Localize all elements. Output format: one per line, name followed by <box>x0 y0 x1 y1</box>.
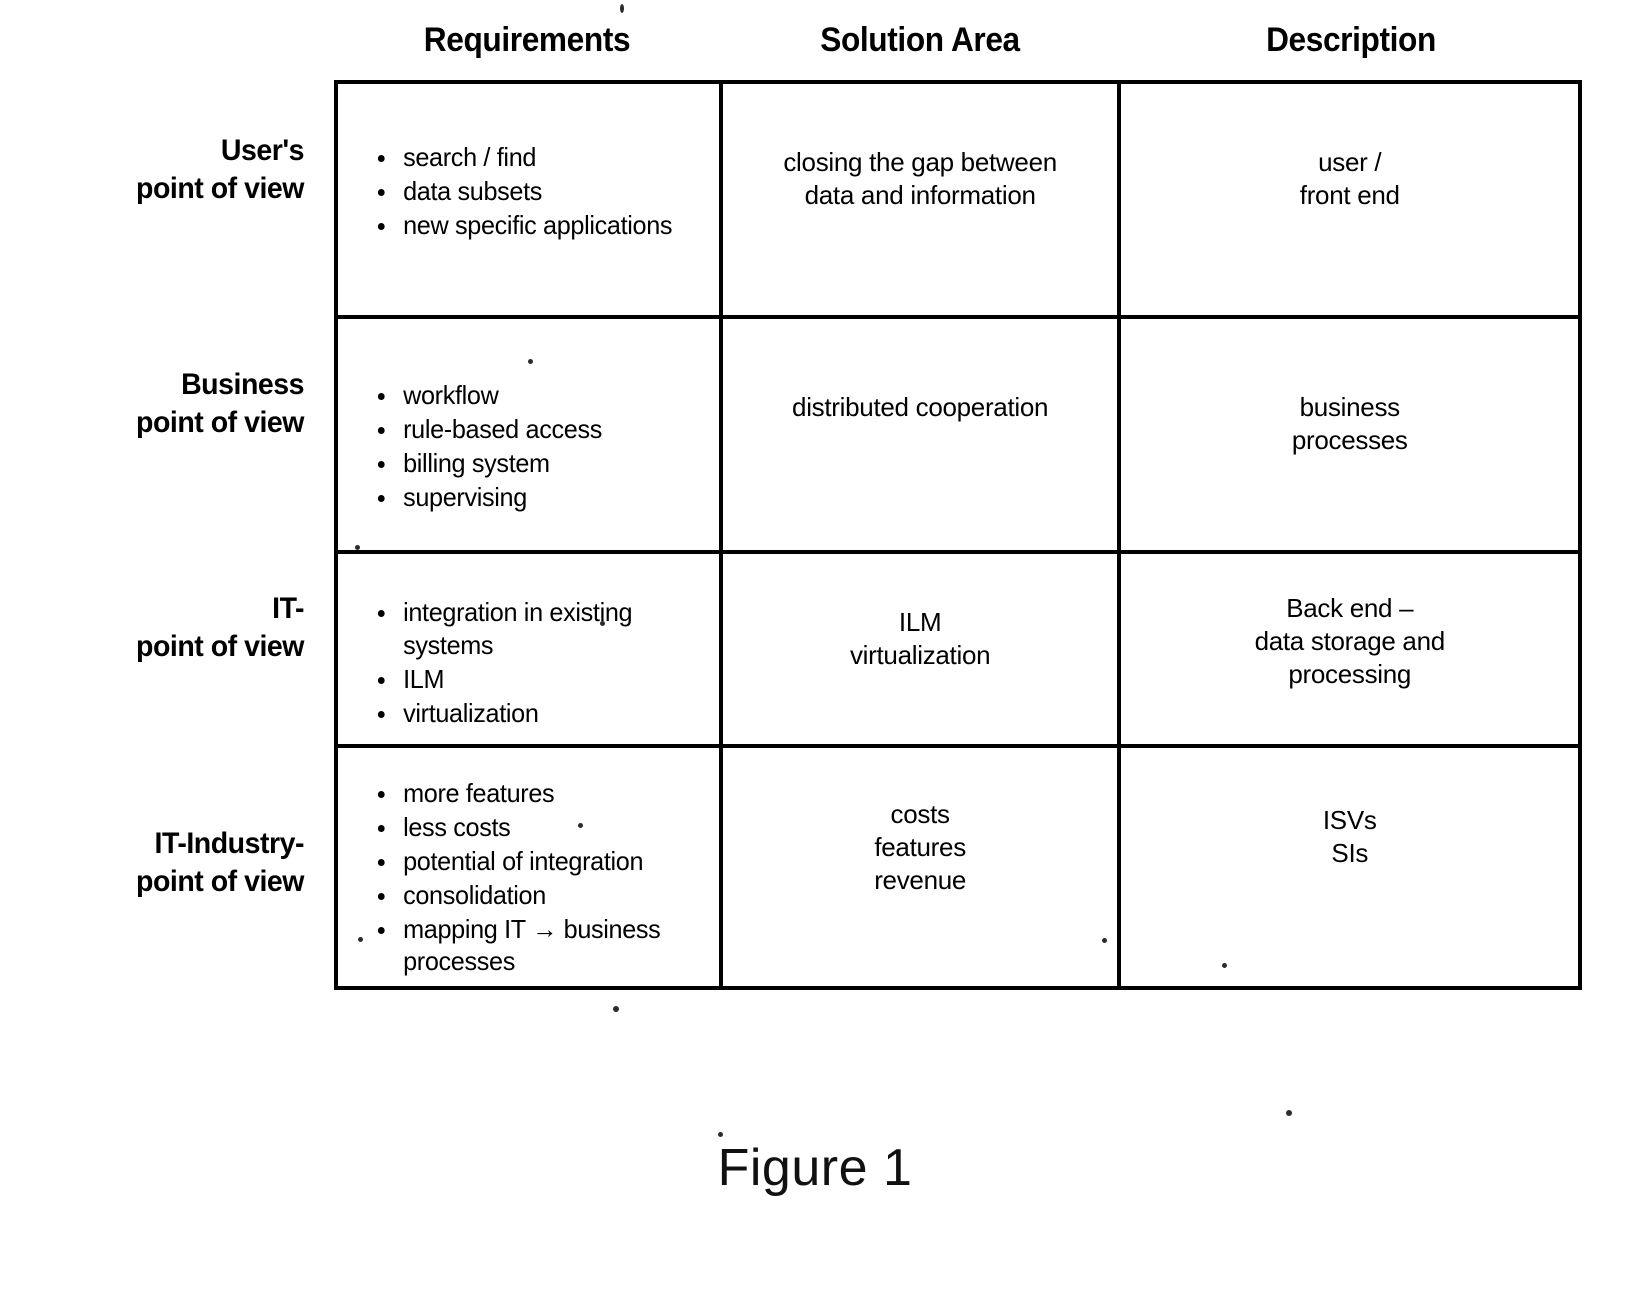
cell-description-users: user / front end <box>1121 84 1578 315</box>
cell-solution-area-it: ILM virtualization <box>723 554 1122 744</box>
text-line: data and information <box>804 179 1036 210</box>
text-line: costs <box>890 799 950 829</box>
list-item: potential of integration <box>374 845 703 878</box>
text-line: features <box>874 831 966 862</box>
list-item: rule-based access <box>374 413 703 446</box>
row-label-line-1: IT-Industry- <box>154 827 305 860</box>
row-label-line-1: IT- <box>272 592 304 625</box>
row-label-users-point-of-view: User's point of view <box>15 132 304 209</box>
text-line: closing the gap between <box>783 147 1057 177</box>
solution-area-text: closing the gap between data and informa… <box>723 146 1118 212</box>
list-item: data subsets <box>374 175 703 208</box>
text-line: ILM <box>898 607 942 637</box>
cell-requirements-it: integration in existing systems ILM virt… <box>338 554 723 744</box>
scan-speckle <box>613 1006 619 1012</box>
scan-speckle <box>528 359 533 364</box>
column-header-solution-area: Solution Area <box>820 21 1020 59</box>
cell-description-business: business processes <box>1121 319 1578 550</box>
list-item: ILM <box>374 663 703 696</box>
requirements-list: more features less costs potential of in… <box>374 777 713 979</box>
scan-speckle <box>578 823 583 828</box>
cell-solution-area-users: closing the gap between data and informa… <box>723 84 1122 315</box>
description-text: business processes <box>1121 391 1578 457</box>
description-text: Back end – data storage and processing <box>1121 592 1578 690</box>
requirements-solution-description-table: search / find data subsets new specific … <box>334 80 1582 990</box>
figure-caption: Figure 1 <box>717 1139 913 1197</box>
table-row-labels: User's point of view Business point of v… <box>0 80 318 990</box>
scan-speckle <box>620 4 624 13</box>
text-line: Back end – <box>1286 593 1414 623</box>
text-line: revenue <box>874 864 967 895</box>
row-label-it-point-of-view: IT- point of view <box>15 590 304 667</box>
text-line: ISVs <box>1322 805 1377 835</box>
scan-speckle <box>1286 1110 1292 1116</box>
text-line: SIs <box>1331 837 1369 868</box>
list-item: virtualization <box>374 697 703 730</box>
table-row: more features less costs potential of in… <box>338 748 1578 986</box>
text-line: virtualization <box>849 639 991 670</box>
requirements-list: search / find data subsets new specific … <box>374 141 713 243</box>
row-label-line-2: point of view <box>136 172 304 206</box>
list-item: workflow <box>374 379 703 412</box>
text-line: data storage and <box>1254 625 1446 656</box>
solution-area-text: costs features revenue <box>723 798 1118 896</box>
text-line: front end <box>1299 179 1400 210</box>
cell-solution-area-it-industry: costs features revenue <box>723 748 1122 986</box>
cell-solution-area-business: distributed cooperation <box>723 319 1122 550</box>
row-label-it-industry-point-of-view: IT-Industry- point of view <box>15 825 304 902</box>
text-line: business <box>1299 392 1401 422</box>
text-line: user / <box>1318 147 1382 177</box>
scan-speckle <box>1102 938 1107 943</box>
scan-speckle <box>1222 963 1227 968</box>
scan-speckle <box>358 937 363 942</box>
requirements-list: integration in existing systems ILM virt… <box>374 596 713 731</box>
list-item: more features <box>374 777 703 810</box>
row-label-line-1: Business <box>181 368 304 401</box>
table-column-headers: Requirements Solution Area Description <box>334 10 1582 70</box>
list-item: search / find <box>374 141 703 174</box>
scan-speckle <box>718 1132 723 1137</box>
text-line: processes <box>1291 424 1408 455</box>
row-label-line-2: point of view <box>136 630 304 664</box>
cell-description-it-industry: ISVs SIs <box>1121 748 1578 986</box>
list-item: consolidation <box>374 879 703 912</box>
scan-speckle <box>355 545 360 550</box>
row-label-line-2: point of view <box>136 406 304 440</box>
requirements-list: workflow rule-based access billing syste… <box>374 379 713 515</box>
list-item: billing system <box>374 447 703 480</box>
cell-description-it: Back end – data storage and processing <box>1121 554 1578 744</box>
row-label-business-point-of-view: Business point of view <box>15 366 304 443</box>
cell-requirements-business: workflow rule-based access billing syste… <box>338 319 723 550</box>
cell-requirements-users: search / find data subsets new specific … <box>338 84 723 315</box>
row-label-line-2: point of view <box>136 865 304 899</box>
list-item: new specific applications <box>374 209 703 242</box>
list-item: mapping IT → business processes <box>374 913 703 979</box>
list-item: supervising <box>374 481 703 514</box>
solution-area-text: ILM virtualization <box>723 606 1118 672</box>
table-row: search / find data subsets new specific … <box>338 84 1578 319</box>
text-line: distributed cooperation <box>792 392 1049 422</box>
list-item: integration in existing systems <box>374 596 703 662</box>
list-item: less costs <box>374 811 703 844</box>
description-text: ISVs SIs <box>1121 804 1578 870</box>
cell-requirements-it-industry: more features less costs potential of in… <box>338 748 723 986</box>
solution-area-text: distributed cooperation <box>723 391 1118 424</box>
column-header-description: Description <box>1266 21 1436 59</box>
row-label-line-1: User's <box>220 134 305 167</box>
description-text: user / front end <box>1121 146 1578 212</box>
scan-speckle <box>600 621 605 626</box>
table-row: integration in existing systems ILM virt… <box>338 554 1578 748</box>
text-line: processing <box>1288 658 1412 689</box>
table-row: workflow rule-based access billing syste… <box>338 319 1578 554</box>
column-header-requirements: Requirements <box>423 21 631 59</box>
